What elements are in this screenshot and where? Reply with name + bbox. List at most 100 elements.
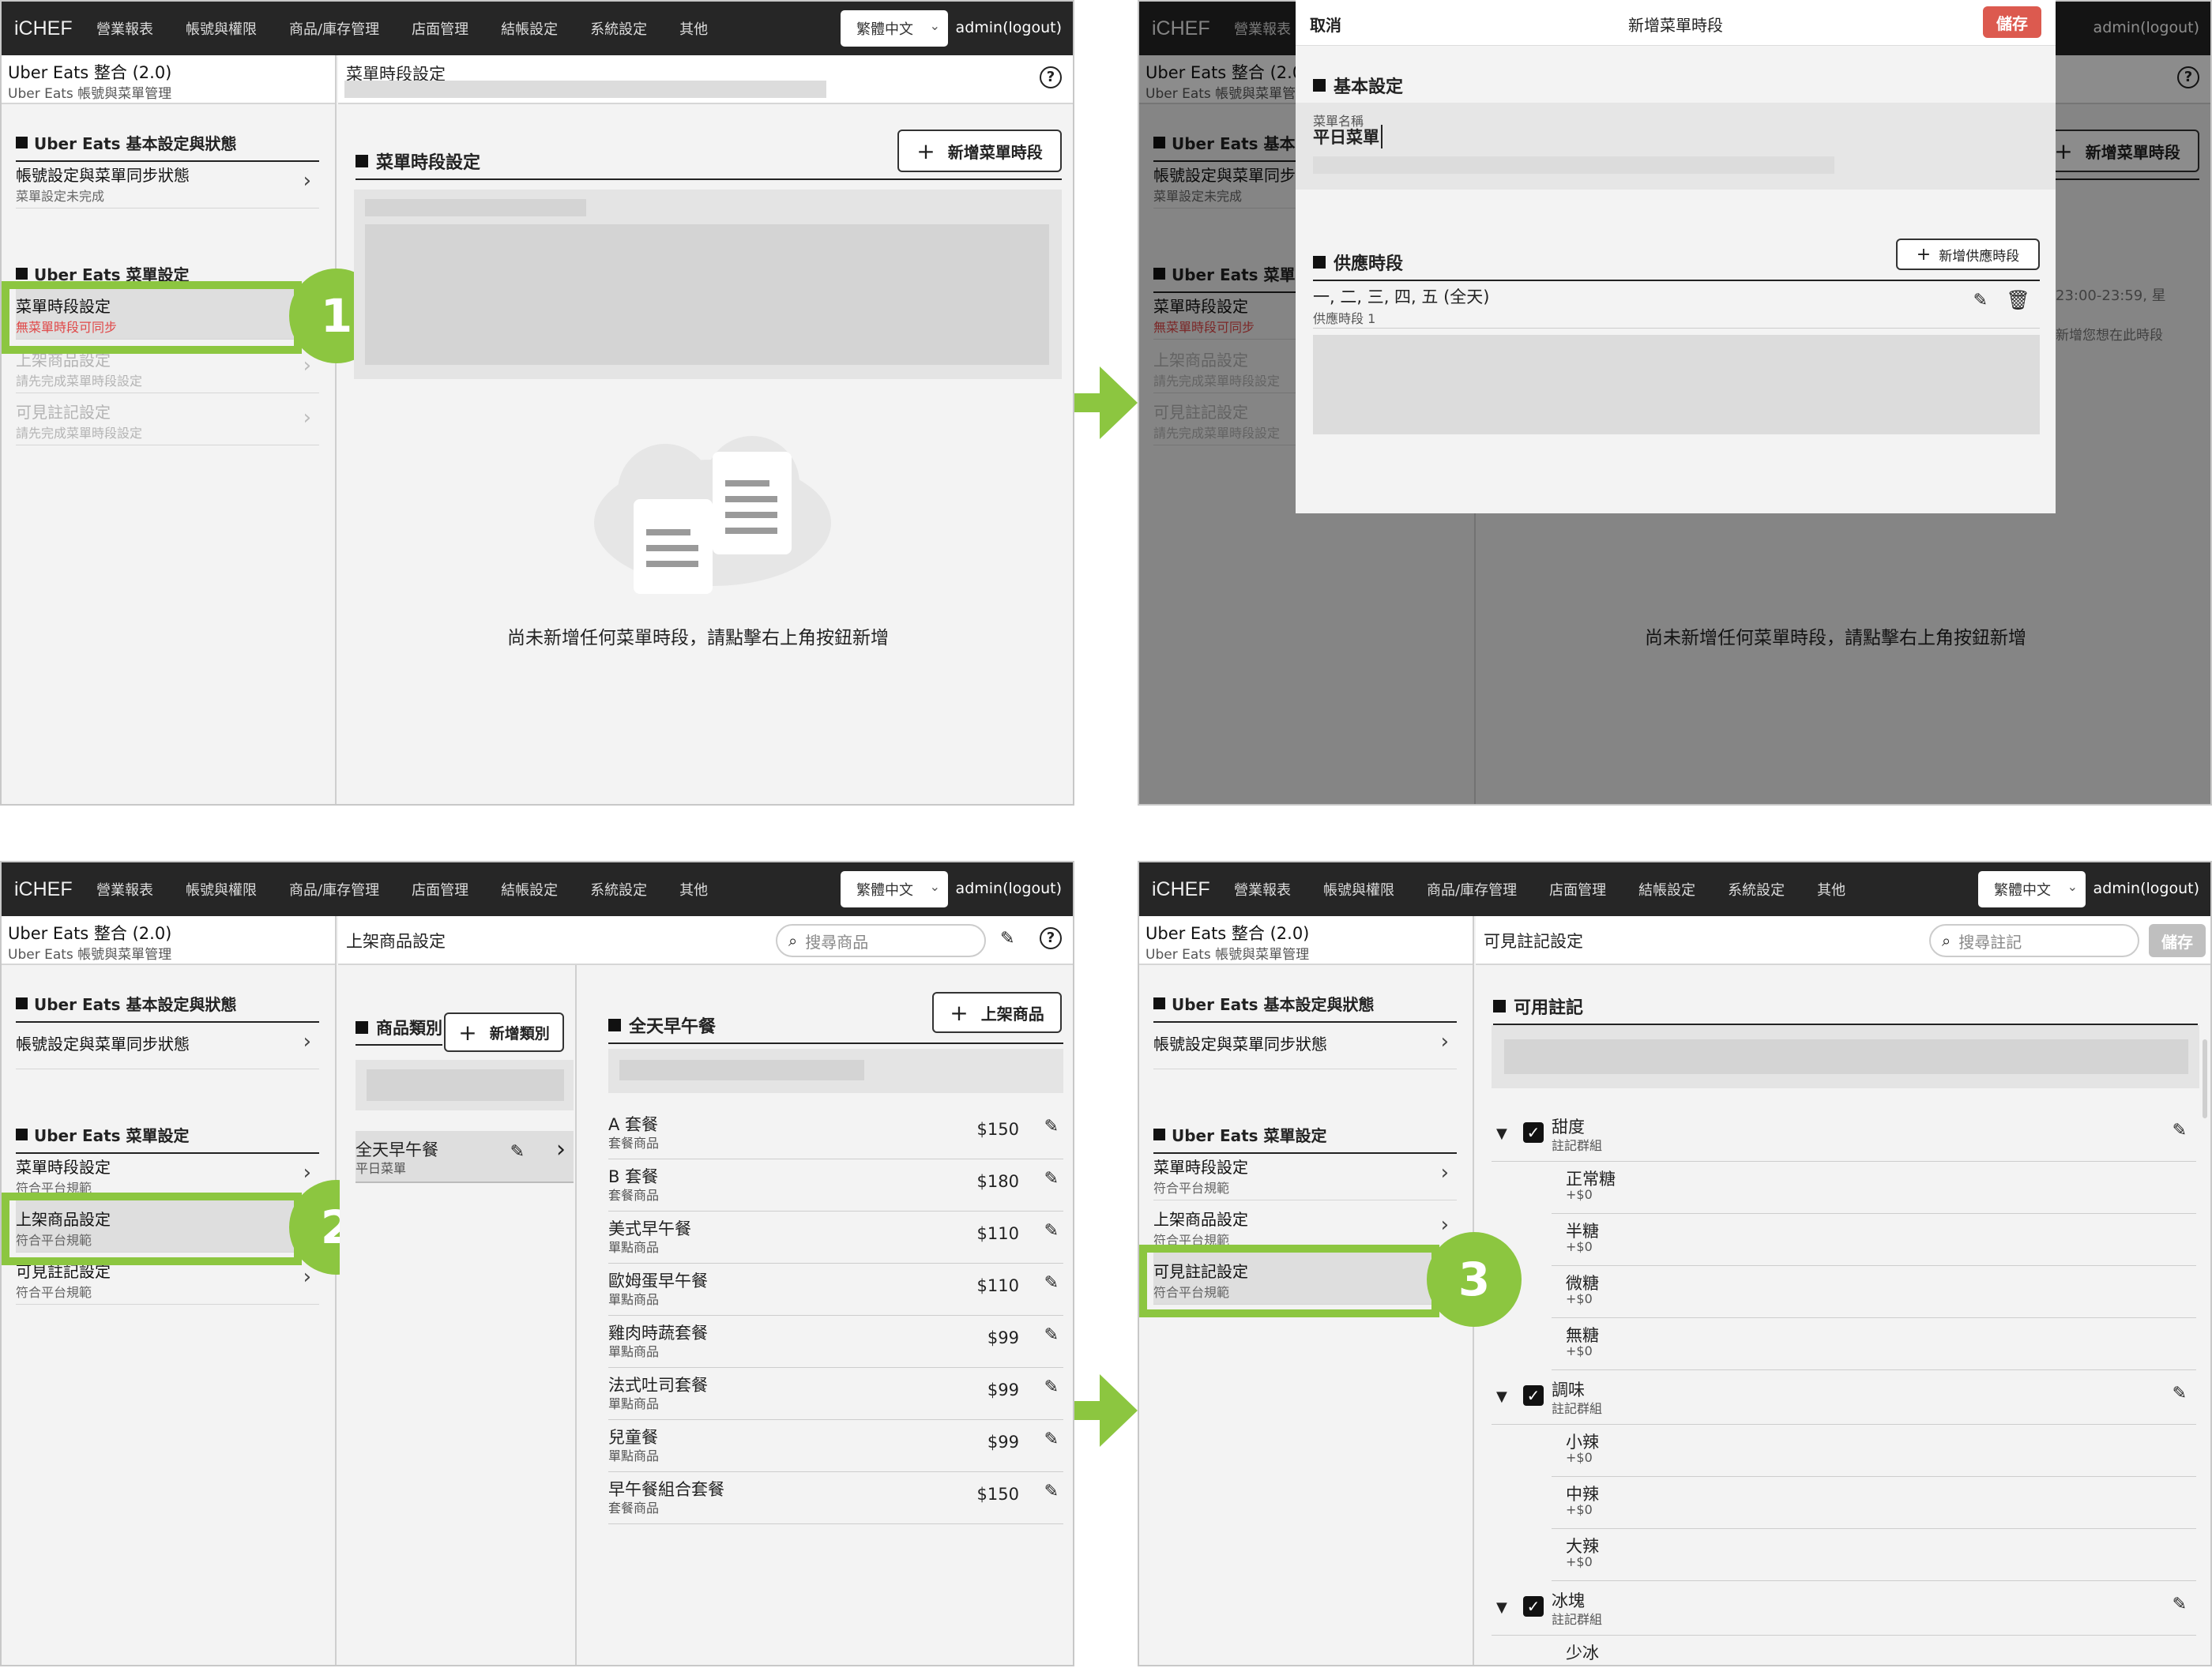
product-row[interactable]: 雞肉時蔬套餐 單點商品 $99 ✎ [608,1316,1063,1368]
product-row[interactable]: 美式早午餐 單點商品 $110 ✎ [608,1212,1063,1264]
group-type: 註記群組 [1552,1138,1603,1153]
caret-down-icon[interactable]: ▼ [1496,1388,1507,1405]
nav-item[interactable]: 店面管理 [412,18,468,39]
admin-logout-link[interactable]: admin(logout) [2094,880,2199,897]
add-category-button[interactable]: + 新增類別 [444,1012,564,1052]
page-title: 上架商品設定 [346,932,446,951]
sidebar-item-account[interactable]: 帳號設定與菜單同步狀態 › [1153,1017,1457,1069]
admin-logout-link[interactable]: admin(logout) [956,19,1062,36]
edit-icon[interactable]: ✎ [1044,1482,1059,1501]
caret-down-icon[interactable]: ▼ [1496,1599,1507,1616]
checkbox-checked-icon[interactable]: ✓ [1523,1596,1544,1617]
nav-item[interactable]: 系統設定 [1728,879,1785,900]
product-row[interactable]: 兒童餐 單點商品 $99 ✎ [608,1420,1063,1472]
edit-icon[interactable]: ✎ [2172,1121,2187,1140]
nav-item[interactable]: 帳號與權限 [1323,879,1394,900]
edit-icon[interactable]: ✎ [1000,929,1014,949]
nav-item[interactable]: 結帳設定 [501,879,558,900]
sidebar-item-account[interactable]: 帳號設定與菜單同步狀態 菜單設定未完成 › [16,156,319,208]
caret-down-icon[interactable]: ▼ [1496,1125,1507,1142]
language-select[interactable]: 繁體中文 ⌄ [841,10,948,47]
edit-icon[interactable]: ✎ [1044,1169,1059,1189]
product-row[interactable]: B 套餐 套餐商品 $180 ✎ [608,1159,1063,1212]
trash-icon[interactable]: 🗑 [2007,289,2030,311]
option-price: +$0 [1566,1343,1593,1358]
chevron-down-icon: ⌄ [929,18,940,33]
edit-icon[interactable]: ✎ [1044,1273,1059,1293]
product-row[interactable]: 早午餐組合套餐 套餐商品 $150 ✎ [608,1472,1063,1524]
sidebar: Uber Eats 整合 (2.0) Uber Eats 帳號與菜單管理 Ube… [2,55,337,804]
edit-icon[interactable]: ✎ [2172,1595,2187,1614]
supply-slot-row: 一, 二, 三, 四, 五 (全天) 供應時段 1 ✎ 🗑 [1313,284,2040,329]
sidebar-item-account[interactable]: 帳號設定與菜單同步狀態 › [16,1017,319,1069]
sidebar-title: Uber Eats 整合 (2.0) [8,924,172,943]
add-menu-time-button[interactable]: + 新增菜單時段 [897,130,1062,172]
category-item[interactable]: 全天早午餐 平日菜單 ✎ › [356,1131,574,1183]
nav-item[interactable]: 店面管理 [1549,879,1606,900]
admin-logout-link[interactable]: admin(logout) [956,880,1062,897]
note-option-row: 無糖 +$0 [1552,1318,2196,1370]
nav-item[interactable]: 結帳設定 [501,18,558,39]
nav-item[interactable]: 系統設定 [590,879,647,900]
note-group-row[interactable]: ▼ ✓ 甜度 註記群組 ✎ [1492,1110,2196,1162]
nav-item[interactable]: 營業報表 [96,879,153,900]
edit-icon[interactable]: ✎ [1973,291,1988,310]
save-button[interactable]: 儲存 [1983,6,2041,38]
nav-item[interactable]: 結帳設定 [1638,879,1695,900]
nav-item[interactable]: 其他 [1817,879,1845,900]
sidebar-header: Uber Eats 整合 (2.0) Uber Eats 帳號與菜單管理 [2,916,335,965]
help-icon[interactable]: ? [1040,66,1062,88]
note-option-row: 微糖 +$0 [1552,1266,2196,1318]
nav-item[interactable]: 營業報表 [1234,879,1291,900]
edit-icon[interactable]: ✎ [1044,1429,1059,1449]
language-value: 繁體中文 [856,21,913,38]
nav-item[interactable]: 帳號與權限 [186,18,257,39]
add-supply-button[interactable]: + 新增供應時段 [1896,239,2040,270]
chevron-right-icon: › [303,1030,311,1054]
edit-icon[interactable]: ✎ [1044,1117,1059,1136]
edit-icon[interactable]: ✎ [510,1142,525,1162]
help-icon[interactable]: ? [1040,927,1062,949]
note-group-row[interactable]: ▼ ✓ 調味 註記群組 ✎ [1492,1373,2196,1425]
nav-item[interactable]: 商品/庫存管理 [289,18,379,39]
product-row[interactable]: 歐姆蛋早午餐 單點商品 $110 ✎ [608,1264,1063,1316]
edit-icon[interactable]: ✎ [1044,1221,1059,1241]
sidebar-item-menu-time[interactable]: 菜單時段設定 符合平台規範 › [1153,1148,1457,1200]
scrollbar[interactable] [2203,1039,2207,1118]
edit-icon[interactable]: ✎ [2172,1384,2187,1403]
button-label: 新增供應時段 [1939,248,2020,265]
item-label: 帳號設定與菜單同步狀態 [1153,1035,1327,1054]
edit-icon[interactable]: ✎ [1044,1377,1059,1397]
nav-item[interactable]: 帳號與權限 [186,879,257,900]
product-row[interactable]: 法式吐司套餐 單點商品 $99 ✎ [608,1368,1063,1420]
nav-item[interactable]: 店面管理 [412,879,468,900]
skeleton-line [365,199,586,216]
nav-item[interactable]: 其他 [679,18,708,39]
nav-item[interactable]: 營業報表 [96,18,153,39]
panel-listing: iCHEF 營業報表 帳號與權限 商品/庫存管理 店面管理 結帳設定 系統設定 … [0,861,1074,1666]
chevron-right-icon: › [1440,1161,1449,1185]
language-select[interactable]: 繁體中文 ⌄ [1978,871,2086,907]
product-price: $99 [987,1328,1019,1347]
search-input[interactable]: ⌕ 搜尋商品 [776,924,986,957]
nav-item[interactable]: 商品/庫存管理 [289,879,379,900]
nav-item[interactable]: 商品/庫存管理 [1427,879,1517,900]
product-row[interactable]: A 套餐 套餐商品 $150 ✎ [608,1107,1063,1159]
edit-icon[interactable]: ✎ [1044,1325,1059,1345]
add-product-button[interactable]: + 上架商品 [932,992,1062,1033]
sidebar-item-notes[interactable]: 可見註記設定 請先完成菜單時段設定 › [16,393,319,445]
checkbox-checked-icon[interactable]: ✓ [1523,1122,1544,1143]
chevron-right-icon: › [303,406,311,430]
chevron-right-icon: › [1440,1030,1449,1054]
nav-item[interactable]: 其他 [679,879,708,900]
checkbox-checked-icon[interactable]: ✓ [1523,1385,1544,1406]
search-icon: ⌕ [1942,931,1951,950]
nav-item[interactable]: 系統設定 [590,18,647,39]
save-button[interactable]: 儲存 [2149,924,2206,957]
skeleton-block [365,224,1049,365]
menu-name-field[interactable]: 菜單名稱 平日菜單 [1296,103,2056,190]
note-option-row: 小辣 +$0 [1552,1425,2196,1477]
search-input[interactable]: ⌕ 搜尋註記 [1929,924,2139,957]
language-select[interactable]: 繁體中文 ⌄ [841,871,948,907]
note-group-row[interactable]: ▼ ✓ 冰塊 註記群組 ✎ [1492,1583,2196,1636]
